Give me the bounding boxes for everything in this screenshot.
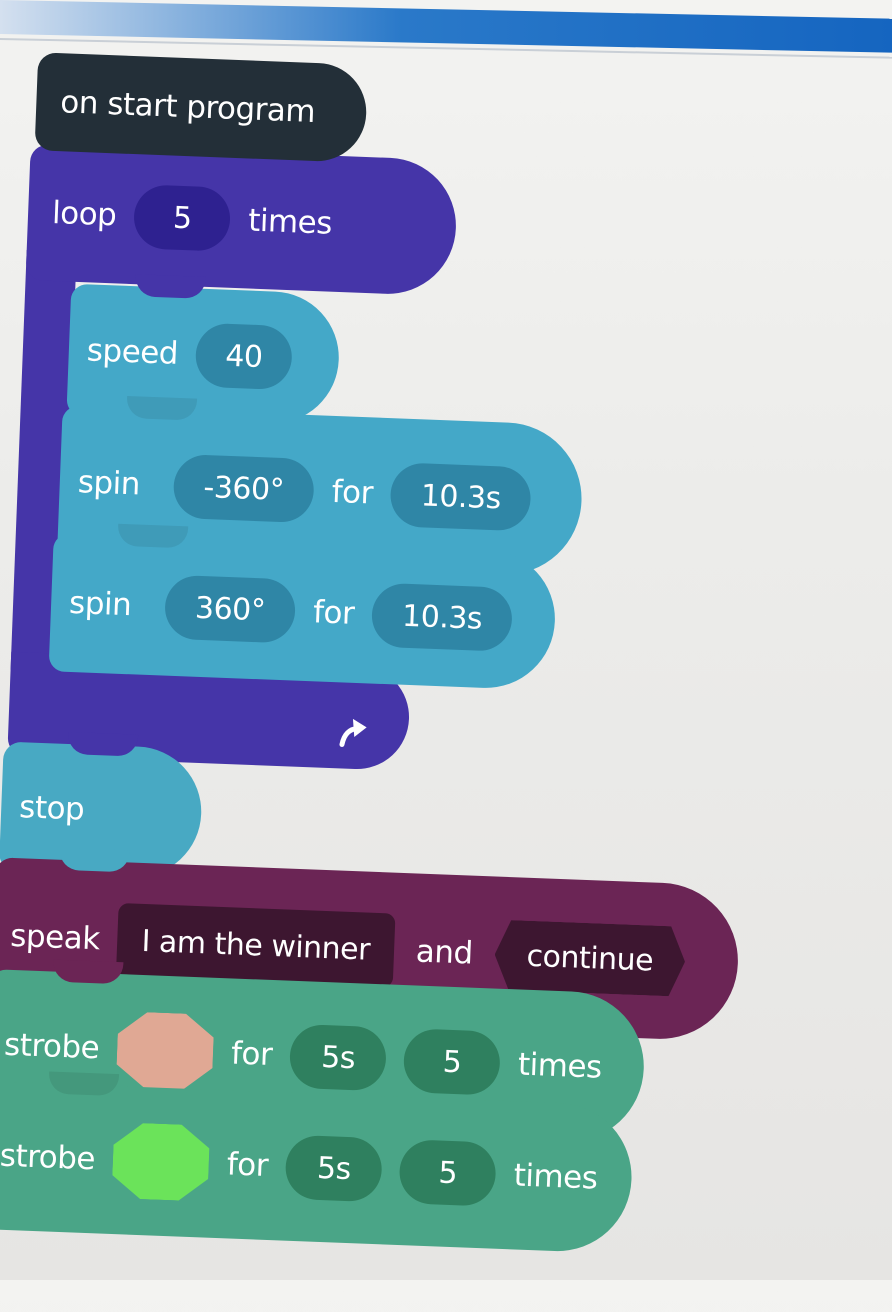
strobe-2-duration-input[interactable]: 5s: [284, 1134, 384, 1203]
strobe-label: strobe: [0, 1137, 96, 1178]
strobe-2-color-swatch[interactable]: [111, 1122, 210, 1202]
strobe-2-count-input[interactable]: 5: [398, 1139, 497, 1207]
spin-label: spin: [68, 584, 132, 624]
speed-value-input[interactable]: 40: [194, 322, 294, 391]
spin-2-duration-input[interactable]: 10.3s: [370, 582, 514, 652]
on-start-block[interactable]: on start program: [34, 52, 369, 163]
strobe-1-count-input[interactable]: 5: [402, 1028, 502, 1096]
spin-2-angle-input[interactable]: 360°: [163, 574, 297, 644]
speed-label: speed: [86, 332, 179, 372]
spin-1-angle-input[interactable]: -360°: [172, 453, 315, 524]
loop-block[interactable]: loop 5 times: [25, 144, 459, 297]
strobe-block-2[interactable]: strobe for 5s 5 times: [0, 1071, 635, 1254]
strobe-1-for-label: for: [230, 1035, 273, 1074]
loop-return-arrow-icon: [339, 718, 367, 747]
block-notch: [58, 847, 130, 873]
strobe-2-times-label: times: [513, 1157, 599, 1197]
strobe-label: strobe: [3, 1026, 100, 1067]
spin-1-duration-input[interactable]: 10.3s: [389, 462, 532, 532]
strobe-2-for-label: for: [226, 1146, 269, 1184]
speed-block[interactable]: speed 40: [66, 274, 342, 427]
block-notch: [126, 395, 198, 421]
loop-label: loop: [51, 194, 118, 234]
speak-mode-dropdown[interactable]: continue: [493, 920, 686, 997]
loop-times-label: times: [247, 202, 333, 242]
speak-label: speak: [9, 917, 101, 958]
block-notch: [52, 959, 124, 985]
stop-label: stop: [18, 789, 85, 828]
strobe-1-duration-input[interactable]: 5s: [288, 1023, 388, 1092]
spin-1-for-label: for: [331, 473, 374, 512]
strobe-1-times-label: times: [517, 1046, 603, 1086]
block-notch: [48, 1071, 120, 1097]
block-workspace: on start program loop 5 times speed 40 s…: [0, 0, 892, 1312]
loop-count-input[interactable]: 5: [133, 184, 232, 252]
block-notch: [117, 523, 189, 549]
block-notch: [135, 274, 206, 299]
strobe-1-color-swatch[interactable]: [116, 1011, 215, 1091]
spin-2-for-label: for: [312, 594, 355, 632]
block-notch: [67, 731, 139, 757]
on-start-label: on start program: [59, 84, 316, 130]
spin-label: spin: [77, 464, 141, 503]
spin-block-2[interactable]: spin 360° for 10.3s: [48, 523, 558, 691]
speak-and-label: and: [415, 933, 474, 972]
